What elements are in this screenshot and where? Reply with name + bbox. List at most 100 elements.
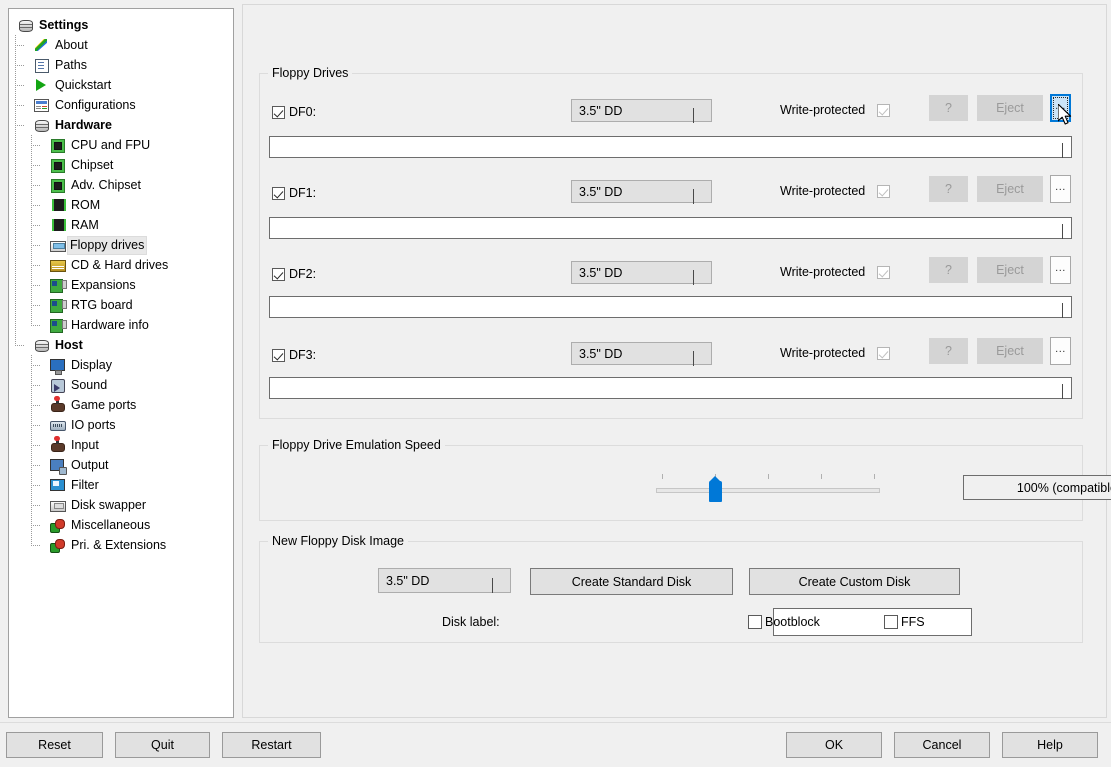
sidebar-item-quickstart[interactable]: Quickstart [17, 75, 233, 95]
new-disk-type-combo[interactable]: 3.5" DD [378, 568, 511, 593]
sidebar-item-rom[interactable]: ROM [17, 195, 233, 215]
ram-stick-icon [49, 217, 66, 233]
write-protected-checkbox-0[interactable] [877, 103, 891, 117]
help-button[interactable]: Help [1002, 732, 1098, 758]
sidebar-item-sound[interactable]: Sound [17, 375, 233, 395]
drive-browse-button-1[interactable]: ... [1050, 175, 1071, 203]
drive-enable-row-2[interactable]: DF2: [272, 263, 316, 285]
sidebar-item-chipset[interactable]: Chipset [17, 155, 233, 175]
create-custom-disk-button[interactable]: Create Custom Disk [749, 568, 960, 595]
speaker-icon [49, 377, 65, 393]
slider-track[interactable] [656, 488, 880, 493]
sidebar-item-expansions[interactable]: Expansions [17, 275, 233, 295]
sidebar-item-output[interactable]: Output [17, 455, 233, 475]
chevron-down-icon [693, 269, 702, 285]
sidebar-item-settings[interactable]: Settings [17, 15, 233, 35]
quit-button[interactable]: Quit [115, 732, 210, 758]
slider-tick [662, 474, 663, 479]
sidebar-item-configurations[interactable]: Configurations [17, 95, 233, 115]
misc-spheres-icon [49, 517, 65, 533]
new-disk-type-value: 3.5" DD [386, 573, 430, 588]
slider-tick [874, 474, 875, 479]
create-standard-disk-button[interactable]: Create Standard Disk [530, 568, 733, 595]
drive-browse-button-3[interactable]: ... [1050, 337, 1071, 365]
cancel-button[interactable]: Cancel [894, 732, 990, 758]
sidebar-item-about[interactable]: About [17, 35, 233, 55]
drive-browse-button-2[interactable]: ... [1050, 256, 1071, 284]
write-protected-row-1[interactable]: Write-protected [780, 184, 891, 198]
sidebar-item-ram[interactable]: RAM [17, 215, 233, 235]
ffs-label: FFS [901, 615, 925, 629]
floppy-drives-group: Floppy Drives [259, 66, 1083, 419]
drive-enable-row-3[interactable]: DF3: [272, 344, 316, 366]
sidebar-item-pri-extensions[interactable]: Pri. & Extensions [17, 535, 233, 555]
sidebar-item-input[interactable]: Input [17, 435, 233, 455]
drive-type-combo-1[interactable]: 3.5" DD [571, 180, 712, 204]
ffs-checkbox[interactable] [884, 615, 898, 629]
drive-enable-row-0[interactable]: DF0: [272, 101, 316, 123]
sidebar-item-hardware-info[interactable]: Hardware info [17, 315, 233, 335]
sidebar-item-miscellaneous[interactable]: Miscellaneous [17, 515, 233, 535]
sidebar-item-cd-hard-drives[interactable]: CD & Hard drives [17, 255, 233, 275]
sidebar-item-hardware[interactable]: Hardware [17, 115, 233, 135]
write-protected-row-3[interactable]: Write-protected [780, 346, 891, 360]
chevron-down-icon [1062, 303, 1063, 318]
drive-enable-checkbox-0[interactable] [272, 105, 285, 119]
drive-path-combo-2[interactable] [269, 296, 1072, 318]
drive-enable-checkbox-1[interactable] [272, 186, 285, 200]
slider-thumb[interactable] [709, 476, 722, 502]
drive-eject-button-1[interactable]: Eject [977, 176, 1043, 202]
sidebar-item-label: Hardware info [71, 317, 149, 332]
write-protected-checkbox-1[interactable] [877, 184, 891, 198]
sidebar-item-label: About [55, 37, 88, 52]
sidebar-item-label: Disk swapper [71, 497, 147, 512]
settings-tree-panel[interactable]: Settings About Paths Quickstart Configuratio… [8, 8, 234, 718]
drive-eject-button-3[interactable]: Eject [977, 338, 1043, 364]
drive-info-button-0[interactable]: ? [929, 95, 968, 121]
drive-type-combo-0[interactable]: 3.5" DD [571, 99, 712, 123]
bootblock-checkbox-row[interactable]: Bootblock [748, 615, 820, 629]
sidebar-item-adv-chipset[interactable]: Adv. Chipset [17, 175, 233, 195]
drive-type-combo-2[interactable]: 3.5" DD [571, 261, 712, 285]
tree-connector-line [31, 355, 32, 545]
write-protected-row-0[interactable]: Write-protected [780, 103, 891, 117]
restart-button[interactable]: Restart [222, 732, 321, 758]
drive-eject-button-2[interactable]: Eject [977, 257, 1043, 283]
sidebar-item-rtg-board[interactable]: RTG board [17, 295, 233, 315]
drive-path-combo-1[interactable] [269, 217, 1072, 239]
drive-enable-checkbox-2[interactable] [272, 267, 285, 281]
drive-path-combo-0[interactable] [269, 136, 1072, 158]
sidebar-item-disk-swapper[interactable]: Disk swapper [17, 495, 233, 515]
emulation-speed-slider[interactable] [656, 471, 880, 503]
write-protected-row-2[interactable]: Write-protected [780, 265, 891, 279]
drive-info-button-2[interactable]: ? [929, 257, 968, 283]
ok-button[interactable]: OK [786, 732, 882, 758]
write-protected-checkbox-3[interactable] [877, 346, 891, 360]
drive-type-combo-3[interactable]: 3.5" DD [571, 342, 712, 366]
tree-connector-line [31, 205, 40, 206]
sidebar-item-host[interactable]: Host [17, 335, 233, 355]
drive-info-button-3[interactable]: ? [929, 338, 968, 364]
drive-info-button-1[interactable]: ? [929, 176, 968, 202]
drive-browse-button-0[interactable]: ... [1050, 94, 1071, 122]
drive-enable-checkbox-3[interactable] [272, 348, 285, 362]
sidebar-item-paths[interactable]: Paths [17, 55, 233, 75]
write-protected-checkbox-2[interactable] [877, 265, 891, 279]
sidebar-item-cpu-and-fpu[interactable]: CPU and FPU [17, 135, 233, 155]
drive-path-combo-3[interactable] [269, 377, 1072, 399]
sidebar-item-game-ports[interactable]: Game ports [17, 395, 233, 415]
chip-icon [49, 137, 65, 153]
drive-eject-button-0[interactable]: Eject [977, 95, 1043, 121]
sidebar-item-io-ports[interactable]: IO ports [17, 415, 233, 435]
sidebar-item-floppy-drives[interactable]: Floppy drives [17, 235, 233, 255]
write-protected-label: Write-protected [780, 265, 866, 279]
drive-enable-row-1[interactable]: DF1: [272, 182, 316, 204]
sidebar-item-display[interactable]: Display [17, 355, 233, 375]
joystick-icon [49, 396, 65, 413]
sidebar-item-filter[interactable]: Filter [17, 475, 233, 495]
bootblock-checkbox[interactable] [748, 615, 762, 629]
ffs-checkbox-row[interactable]: FFS [884, 615, 925, 629]
chevron-down-icon [693, 350, 702, 366]
reset-button[interactable]: Reset [6, 732, 103, 758]
tree-connector-line [31, 505, 40, 506]
